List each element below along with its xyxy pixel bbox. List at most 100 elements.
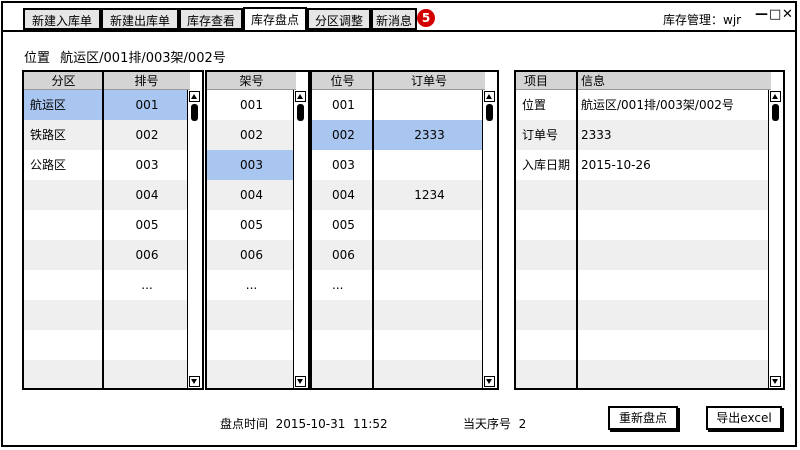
count-time-label: 盘点时间 [220, 417, 269, 431]
info-scrollbar[interactable] [768, 90, 783, 388]
zone-row[interactable] [24, 180, 102, 210]
info-key-row: 订单号 [516, 120, 576, 150]
zone-row[interactable] [24, 360, 102, 388]
slot-row[interactable] [312, 300, 372, 330]
zone-row[interactable]: 公路区 [24, 150, 102, 180]
tab-messages[interactable]: 新消息 [371, 8, 417, 30]
scroll-up-icon[interactable] [295, 91, 306, 102]
scroll-thumb[interactable] [486, 104, 493, 121]
slot-order-panel: 位号 订单号 001 002 2333 003 004 1234 005 006... [310, 70, 499, 390]
slot-row[interactable] [312, 360, 372, 388]
row-number-row[interactable]: 002 [104, 120, 190, 150]
slot-number: 004 [332, 188, 355, 202]
slot-row[interactable]: ... [312, 270, 372, 300]
shelf-row[interactable] [207, 330, 296, 360]
order-row[interactable] [374, 150, 485, 180]
shelf-row[interactable]: 003 [207, 150, 296, 180]
column-divider [102, 72, 104, 388]
maximize-icon[interactable]: □ [769, 7, 781, 22]
order-row[interactable] [374, 210, 485, 240]
info-key-row [516, 180, 576, 210]
tab-bar: 新建入库单 新建出库单 库存查看 库存盘点 分区调整 新消息 5 库存管理：wj… [3, 3, 795, 33]
info-key: 订单号 [522, 128, 559, 142]
slot-row[interactable]: 004 [312, 180, 372, 210]
tab-new-inbound[interactable]: 新建入库单 [23, 8, 101, 30]
zone-row[interactable] [24, 240, 102, 270]
zone-row[interactable] [24, 330, 102, 360]
order-row[interactable] [374, 90, 485, 120]
row-number-row[interactable]: 001 [104, 90, 190, 120]
info-value-row [578, 300, 771, 330]
slot-row[interactable]: 005 [312, 210, 372, 240]
order-row[interactable] [374, 240, 485, 270]
row-number-row[interactable]: 005 [104, 210, 190, 240]
scroll-thumb[interactable] [772, 104, 779, 121]
order-row[interactable]: 2333 [374, 120, 485, 150]
slot-row[interactable] [312, 330, 372, 360]
slot-row[interactable]: 006 [312, 240, 372, 270]
row-number-row[interactable]: 006 [104, 240, 190, 270]
row-number-row[interactable] [104, 300, 190, 330]
info-key-row: 入库日期 [516, 150, 576, 180]
zone-row[interactable] [24, 210, 102, 240]
order-row[interactable] [374, 270, 485, 300]
scroll-up-icon[interactable] [770, 91, 781, 102]
row-number-row[interactable]: 004 [104, 180, 190, 210]
shelf-row[interactable]: 005 [207, 210, 296, 240]
slot-scrollbar[interactable] [482, 90, 497, 388]
order-row[interactable] [374, 330, 485, 360]
scroll-up-icon[interactable] [189, 91, 200, 102]
tab-inventory-count[interactable]: 库存盘点 [243, 7, 307, 32]
slot-row[interactable]: 003 [312, 150, 372, 180]
order-row[interactable] [374, 300, 485, 330]
shelf-row[interactable]: 006 [207, 240, 296, 270]
export-excel-button[interactable]: 导出excel [706, 406, 782, 430]
row-number: ... [141, 278, 153, 292]
shelf-row[interactable]: 002 [207, 120, 296, 150]
slot-number: ... [332, 278, 344, 292]
zone-row[interactable] [24, 300, 102, 330]
order-row[interactable] [374, 360, 485, 388]
row-number-row[interactable] [104, 330, 190, 360]
tab-zone-adjust[interactable]: 分区调整 [307, 8, 371, 30]
item-column-header: 项目 [516, 72, 577, 90]
slot-row[interactable]: 002 [312, 120, 372, 150]
row-number-row[interactable]: 003 [104, 150, 190, 180]
shelf-row[interactable] [207, 300, 296, 330]
slot-number: 005 [332, 218, 355, 232]
zone-row[interactable]: 铁路区 [24, 120, 102, 150]
row-number-row[interactable] [104, 360, 190, 388]
shelf-row[interactable]: 004 [207, 180, 296, 210]
shelf-row[interactable]: ... [207, 270, 296, 300]
scroll-down-icon[interactable] [484, 376, 495, 387]
scroll-thumb[interactable] [297, 104, 304, 121]
scroll-down-icon[interactable] [770, 376, 781, 387]
tab-inventory-view[interactable]: 库存查看 [179, 8, 243, 30]
info-key-row [516, 330, 576, 360]
slot-row[interactable]: 001 [312, 90, 372, 120]
scroll-down-icon[interactable] [295, 376, 306, 387]
close-icon[interactable]: ✕ [782, 7, 793, 22]
shelf-row[interactable] [207, 360, 296, 388]
scroll-down-icon[interactable] [189, 376, 200, 387]
zone-row[interactable]: 航运区 [24, 90, 102, 120]
zone-row[interactable] [24, 270, 102, 300]
minimize-icon[interactable]: — [755, 7, 768, 22]
info-value-row [578, 180, 771, 210]
info-value: 2015-10-26 [581, 158, 651, 172]
daily-sequence-value: 2 [518, 417, 527, 431]
scroll-thumb[interactable] [191, 104, 198, 121]
tab-new-outbound[interactable]: 新建出库单 [101, 8, 179, 30]
info-column-header: 信息 [577, 72, 771, 90]
info-value-row: 航运区/001排/003架/002号 [578, 90, 771, 120]
zone-column-header: 分区 [24, 72, 103, 90]
zone-scrollbar[interactable] [187, 90, 202, 388]
shelf-row[interactable]: 001 [207, 90, 296, 120]
scroll-up-icon[interactable] [484, 91, 495, 102]
row-number-row[interactable]: ... [104, 270, 190, 300]
info-value-row [578, 360, 771, 388]
order-row[interactable]: 1234 [374, 180, 485, 210]
info-key-row [516, 360, 576, 388]
shelf-scrollbar[interactable] [293, 90, 308, 388]
recount-button[interactable]: 重新盘点 [608, 406, 678, 430]
